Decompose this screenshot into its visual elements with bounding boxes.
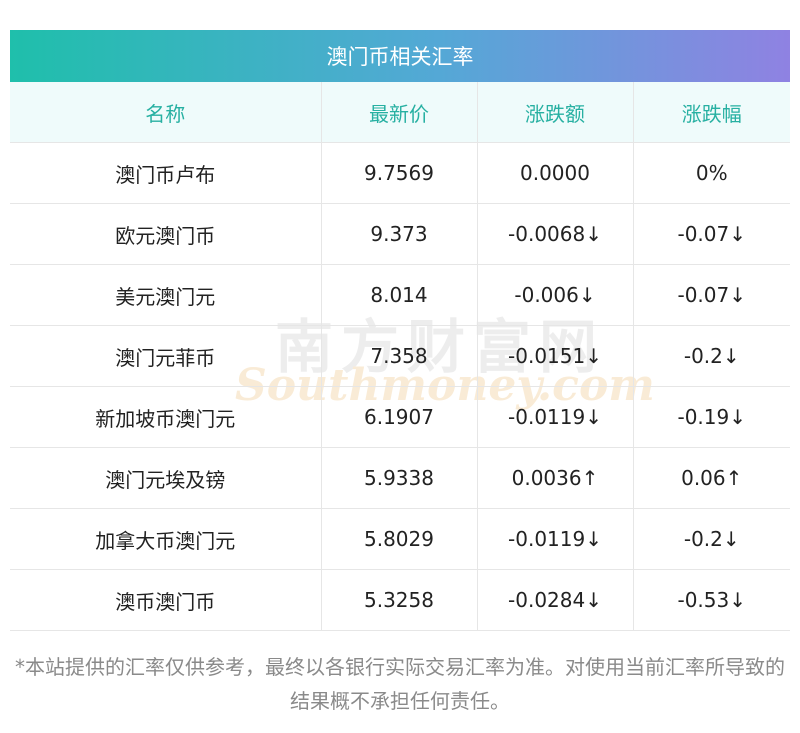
change-amount-cell: -0.0151↓ — [477, 325, 634, 387]
latest-price-cell: 9.373 — [321, 203, 478, 265]
table-row: 澳币澳门币 5.3258 -0.0284↓ -0.53↓ — [10, 569, 790, 631]
change-percent-cell: -0.07↓ — [633, 264, 790, 326]
table-title-bar: 澳门币相关汇率 — [10, 30, 790, 82]
change-amount-cell: 0.0036↑ — [477, 447, 634, 509]
table-row: 澳门币卢布 9.7569 0.0000 0% — [10, 142, 790, 204]
table-header-row: 名称 最新价 涨跌额 涨跌幅 — [10, 82, 790, 143]
latest-price-cell: 8.014 — [321, 264, 478, 326]
table-row: 澳门元菲币 7.358 -0.0151↓ -0.2↓ — [10, 325, 790, 387]
latest-price-cell: 7.358 — [321, 325, 478, 387]
currency-pair-name: 美元澳门元 — [10, 264, 322, 326]
change-percent-cell: -0.2↓ — [633, 508, 790, 570]
currency-pair-name: 新加坡币澳门元 — [10, 386, 322, 448]
change-amount-cell: -0.0119↓ — [477, 508, 634, 570]
column-header-change-percent: 涨跌幅 — [633, 82, 790, 143]
table-row: 澳门元埃及镑 5.9338 0.0036↑ 0.06↑ — [10, 447, 790, 509]
table-row: 新加坡币澳门元 6.1907 -0.0119↓ -0.19↓ — [10, 386, 790, 448]
currency-pair-name: 澳门币卢布 — [10, 142, 322, 204]
disclaimer-text: *本站提供的汇率仅供参考，最终以各银行实际交易汇率为准。对使用当前汇率所导致的结… — [15, 655, 785, 713]
change-percent-cell: -0.07↓ — [633, 203, 790, 265]
change-percent-cell: -0.2↓ — [633, 325, 790, 387]
table-body: 澳门币卢布 9.7569 0.0000 0% 欧元澳门币 9.373 -0.0068↓ -0.… — [10, 142, 790, 631]
change-amount-cell: -0.0284↓ — [477, 569, 634, 631]
currency-pair-name: 澳门元菲币 — [10, 325, 322, 387]
latest-price-cell: 5.8029 — [321, 508, 478, 570]
latest-price-cell: 5.3258 — [321, 569, 478, 631]
change-percent-cell: -0.53↓ — [633, 569, 790, 631]
table-row: 美元澳门元 8.014 -0.006↓ -0.07↓ — [10, 264, 790, 326]
table-row: 欧元澳门币 9.373 -0.0068↓ -0.07↓ — [10, 203, 790, 265]
change-amount-cell: -0.0068↓ — [477, 203, 634, 265]
latest-price-cell: 6.1907 — [321, 386, 478, 448]
exchange-rate-table: 名称 最新价 涨跌额 涨跌幅 澳门币卢布 9.7569 0.0000 0% 欧元澳门币 9… — [10, 82, 790, 631]
currency-pair-name: 欧元澳门币 — [10, 203, 322, 265]
change-percent-cell: -0.19↓ — [633, 386, 790, 448]
change-percent-cell: 0.06↑ — [633, 447, 790, 509]
table-row: 加拿大币澳门元 5.8029 -0.0119↓ -0.2↓ — [10, 508, 790, 570]
currency-pair-name: 澳门元埃及镑 — [10, 447, 322, 509]
column-header-latest-price: 最新价 — [321, 82, 478, 143]
change-percent-cell: 0% — [633, 142, 790, 204]
change-amount-cell: 0.0000 — [477, 142, 634, 204]
change-amount-cell: -0.006↓ — [477, 264, 634, 326]
currency-pair-name: 澳币澳门币 — [10, 569, 322, 631]
latest-price-cell: 5.9338 — [321, 447, 478, 509]
currency-pair-name: 加拿大币澳门元 — [10, 508, 322, 570]
change-amount-cell: -0.0119↓ — [477, 386, 634, 448]
column-header-change: 涨跌额 — [477, 82, 634, 143]
latest-price-cell: 9.7569 — [321, 142, 478, 204]
table-title: 澳门币相关汇率 — [326, 45, 474, 69]
column-header-name: 名称 — [10, 82, 322, 143]
